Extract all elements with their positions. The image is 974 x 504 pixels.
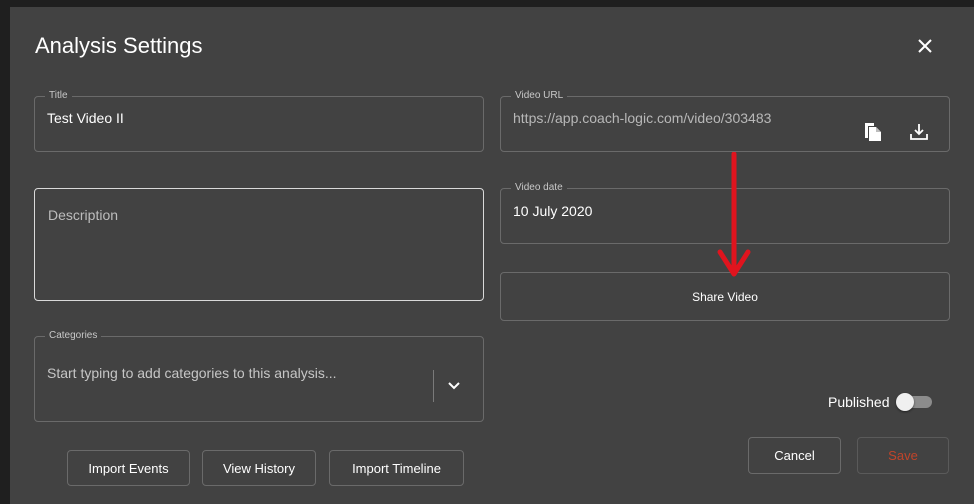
published-label: Published	[828, 394, 890, 410]
published-row: Published	[828, 393, 932, 411]
video-url-legend: Video URL	[515, 90, 564, 101]
view-history-button[interactable]: View History	[202, 450, 316, 486]
published-toggle-thumb	[895, 393, 914, 411]
title-input[interactable]: Test Video II	[47, 109, 471, 127]
published-toggle[interactable]	[895, 393, 932, 411]
analysis-settings-dialog: Analysis Settings Title Test Video II Vi…	[10, 7, 974, 504]
title-field[interactable]: Title Test Video II	[34, 90, 484, 152]
categories-dropdown-toggle[interactable]	[443, 375, 465, 397]
description-placeholder: Description	[48, 207, 119, 223]
download-icon	[910, 124, 928, 140]
categories-input[interactable]: Start typing to add categories to this a…	[47, 364, 471, 382]
video-url-field[interactable]: Video URL https://app.coach-logic.com/vi…	[500, 90, 950, 152]
import-timeline-button[interactable]: Import Timeline	[329, 450, 464, 486]
dialog-title: Analysis Settings	[35, 33, 203, 58]
copy-url-button[interactable]	[861, 120, 885, 144]
video-url-actions	[861, 120, 931, 144]
import-events-button[interactable]: Import Events	[67, 450, 190, 486]
download-button[interactable]	[907, 120, 931, 144]
save-button[interactable]: Save	[857, 437, 949, 474]
categories-legend: Categories	[49, 330, 98, 341]
copy-icon	[865, 123, 881, 141]
description-field[interactable]: Description	[34, 188, 484, 301]
annotation-arrow	[717, 152, 751, 277]
close-icon	[918, 39, 932, 53]
video-date-legend: Video date	[515, 182, 563, 193]
chevron-down-icon	[448, 382, 460, 390]
categories-field[interactable]: Categories Start typing to add categorie…	[34, 330, 484, 422]
cancel-button[interactable]: Cancel	[748, 437, 841, 474]
categories-divider	[433, 370, 434, 402]
title-field-legend: Title	[49, 90, 68, 101]
close-button[interactable]	[910, 31, 940, 61]
